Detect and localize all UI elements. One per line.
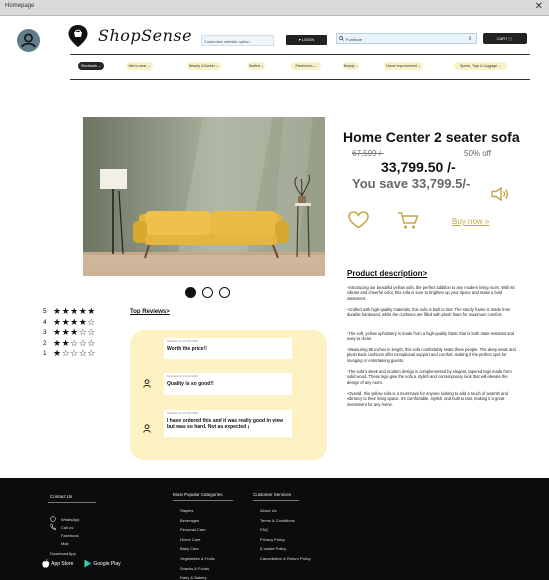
whatsapp-icon: [50, 516, 56, 522]
service-link[interactable]: Cancellation & Return Policy: [256, 556, 311, 561]
review-date: Reviewed on 16 April 2023: [167, 412, 198, 415]
category-chip[interactable]: Electronics ⌄: [291, 62, 321, 70]
services-underline: [253, 500, 299, 501]
contact-call[interactable]: Call us: [61, 525, 73, 530]
reviewer-icon: [143, 379, 151, 388]
service-link[interactable]: About Us: [256, 508, 276, 513]
description-paragraph-4: -Measuring 86 inches in length, this sof…: [347, 347, 516, 363]
review-card: Reviewed on 16 April 2023 Quality is so …: [164, 373, 292, 395]
rating-level: 4: [43, 318, 47, 326]
window-title: Homepage: [5, 3, 35, 9]
discount-badge: 50% off: [464, 149, 491, 158]
popular-link[interactable]: Snacks & Foods: [176, 566, 209, 571]
category-chip[interactable]: Electricals ⌄: [78, 62, 104, 70]
review-text: I have ordered this and it was really go…: [167, 418, 284, 430]
contact-facebook[interactable]: Facebook: [61, 533, 79, 538]
product-description-title[interactable]: Product description>: [347, 269, 427, 278]
category-chip[interactable]: Stuffed ⌄: [248, 62, 265, 70]
star-rating-icon: ★★★☆☆: [53, 328, 96, 338]
product-image[interactable]: [83, 117, 325, 276]
user-avatar-icon[interactable]: [17, 29, 40, 52]
popular-link[interactable]: Beverages: [176, 518, 199, 523]
customer-services-title: Customer Services: [253, 492, 292, 497]
reviewer-icon: [143, 424, 151, 433]
popular-link[interactable]: Home Care: [176, 537, 200, 542]
popular-categories-title: Most Popular Categories: [173, 492, 223, 497]
rating-level: 5: [43, 308, 47, 315]
phone-icon: [50, 524, 56, 530]
category-chip[interactable]: Sports, Toys & Luggage ⌄: [454, 62, 507, 70]
google-play-icon: [84, 559, 92, 568]
add-to-cart-icon[interactable]: [397, 211, 419, 230]
app-store-badge[interactable]: App Store: [42, 559, 73, 569]
contact-title: Contact Us: [50, 494, 73, 499]
carousel-dot-2[interactable]: [202, 287, 213, 298]
cart-button[interactable]: CART 🛒: [483, 33, 527, 44]
google-play-badge[interactable]: Google Play: [84, 559, 121, 569]
close-icon[interactable]: ✕: [535, 1, 543, 12]
rating-level: 2: [43, 339, 47, 347]
category-chip[interactable]: Home Improvement ⌄: [384, 62, 423, 70]
logo-wordmark[interactable]: ShopSense: [98, 26, 192, 45]
category-chip[interactable]: Beauty & Barber ⌄: [187, 62, 221, 70]
service-link[interactable]: Terms & Conditions: [256, 518, 295, 523]
search-icon: [339, 36, 344, 41]
rating-level: 1: [43, 350, 47, 357]
search-text: Furniture: [346, 37, 363, 42]
wishlist-heart-icon[interactable]: [348, 211, 369, 229]
top-reviews-link[interactable]: Top Reviews>: [130, 309, 170, 315]
contact-underline: [48, 502, 96, 503]
search-input[interactable]: Furniture ⇕: [336, 33, 477, 44]
description-paragraph-1: -Introducing our beautiful yellow sofa, …: [347, 285, 515, 301]
current-price: 33,799.50 /-: [381, 159, 456, 175]
original-price: 67,599 /-: [352, 149, 384, 158]
nav-divider-bottom: [70, 79, 530, 80]
description-paragraph-6: -Overall, this yellow sofa is a must-hav…: [347, 391, 508, 407]
download-app-label: Download App: [50, 551, 76, 556]
logo-pin-icon: [68, 25, 88, 47]
description-paragraph-5: -The sofa's sleek and modern design is c…: [347, 369, 512, 385]
google-play-label: Google Play: [93, 560, 121, 567]
service-link[interactable]: Privacy Policy: [256, 537, 285, 542]
popular-link[interactable]: Staples: [176, 508, 193, 513]
product-name: Home Center 2 seater sofa: [343, 129, 520, 145]
review-text: Worth the price!!: [167, 346, 207, 352]
category-chip[interactable]: Beauty ⌄: [343, 62, 359, 70]
rating-level: 3: [43, 329, 47, 336]
window-titlebar: Homepage ✕: [0, 0, 549, 16]
buy-now-link[interactable]: Buy now »: [452, 217, 489, 226]
contact-whatsapp[interactable]: WhatsApp: [61, 517, 79, 522]
service-link[interactable]: FAQ: [256, 527, 268, 532]
apple-icon: [42, 559, 50, 568]
star-rating-icon: ★★★★☆: [53, 317, 96, 328]
footer: Contact Us WhatsApp Call us Facebook Mai…: [0, 478, 549, 580]
description-paragraph-3: -The soft, yellow upholstery is made fro…: [347, 331, 515, 342]
popular-link[interactable]: Vegetables & Fruits: [176, 556, 215, 561]
star-rating-icon: ★★☆☆☆: [53, 338, 96, 349]
app-store-label: App Store: [51, 560, 74, 567]
review-date: Reviewed on 16 April 2023: [167, 340, 198, 343]
contact-mail[interactable]: Mail: [61, 541, 68, 546]
description-paragraph-2: -Crafted with high-quality materials, th…: [347, 307, 511, 318]
search-spinner-icon[interactable]: ⇕: [468, 36, 472, 42]
customize-input[interactable]: Customize website option: [201, 35, 274, 46]
star-rating-icon: ★★★★★: [53, 307, 96, 317]
popular-link[interactable]: Personal Care: [176, 527, 206, 532]
popular-underline: [173, 500, 233, 501]
star-rating-icon: ★☆☆☆☆: [53, 349, 96, 359]
carousel-dot-1[interactable]: [185, 287, 196, 298]
review-card: Reviewed on 16 April 2023 Worth the pric…: [164, 338, 292, 359]
login-button[interactable]: ▾ LOGIN: [286, 35, 327, 45]
nav-divider-top: [70, 54, 530, 55]
popular-link[interactable]: Baby Care: [176, 546, 199, 551]
service-link[interactable]: E-waste Policy: [256, 546, 286, 551]
carousel-dot-3[interactable]: [219, 287, 230, 298]
savings-text: You save 33,799.5/-: [352, 176, 471, 191]
popular-link[interactable]: Dairy & Bakery: [176, 575, 207, 580]
speaker-icon[interactable]: [491, 187, 509, 201]
review-card: Reviewed on 16 April 2023 I have ordered…: [164, 410, 292, 437]
review-date: Reviewed on 16 April 2023: [167, 375, 198, 378]
review-text: Quality is so good!!: [167, 381, 214, 387]
category-chip[interactable]: Men's wear ⌄: [126, 62, 153, 70]
